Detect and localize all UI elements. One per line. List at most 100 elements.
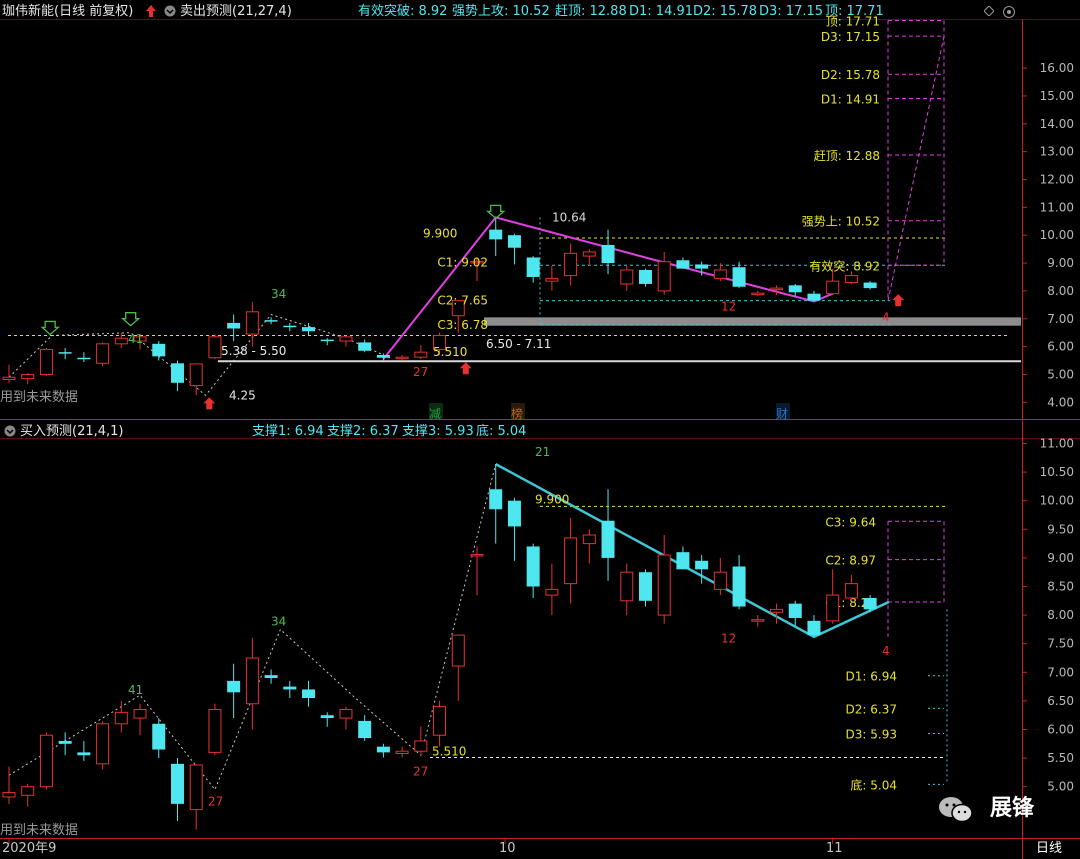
forecast-level-label: 强势上: 10.52 [802, 215, 880, 229]
lower-candle [320, 715, 334, 719]
lower-wave-4: 4 [882, 644, 890, 658]
upper-candle [339, 336, 353, 342]
wave-count-34: 34 [271, 287, 286, 301]
lower-candle [21, 786, 35, 796]
upper-candle [713, 269, 727, 279]
lower-candle [863, 597, 877, 610]
lower-value-2: 支撑3: 5.93 [402, 424, 474, 439]
forecast-level-label: 赶顶: 12.88 [814, 149, 880, 163]
settings-icon[interactable] [1003, 6, 1015, 18]
upper-candle [21, 373, 35, 380]
lower-candle [114, 711, 128, 725]
lower-candle [526, 546, 540, 587]
dropdown-chevron-icon[interactable] [164, 5, 176, 17]
y-tick-label: 10.00 [1040, 228, 1074, 242]
y-tick-label: 13.00 [1040, 145, 1074, 159]
lower-value-0: 支撑1: 6.94 [252, 424, 324, 439]
upper-candle [489, 229, 503, 240]
lower-candle [96, 723, 110, 765]
event-marker[interactable]: 减 [429, 403, 443, 421]
dropdown-chevron-icon[interactable] [4, 425, 16, 437]
y-tick-label: 5.50 [1047, 751, 1074, 765]
upper-candle [77, 357, 91, 360]
y-tick-label: 6.50 [1047, 694, 1074, 708]
y-tick-label: 6.00 [1047, 723, 1074, 737]
upper-candle [189, 363, 203, 387]
upper-candle [264, 320, 278, 322]
upper-candle [302, 327, 316, 332]
y-tick-label: 5.00 [1047, 780, 1074, 794]
lower-candle [414, 740, 428, 752]
lower-candle [395, 750, 409, 755]
lower-wave-27: 27 [413, 765, 428, 779]
lower-value-1: 支撑2: 6.37 [327, 424, 399, 439]
y-tick-label: 12.00 [1040, 173, 1074, 187]
y-tick-label: 9.50 [1047, 522, 1074, 536]
forecast-level-label: D2: 15.78 [821, 68, 880, 82]
lower-candle [58, 740, 72, 744]
lower-indicator-name: 买入预测(21,4,1) [20, 424, 124, 439]
lower-wave-41: 41 [128, 683, 143, 697]
lower-candle [77, 752, 91, 756]
upper-candle [39, 348, 53, 375]
lower-candle [826, 594, 840, 622]
diamond-icon[interactable] [984, 6, 994, 16]
y-tick-label: 11.00 [1040, 200, 1074, 214]
lower-candle [676, 552, 690, 570]
forecast-level-label: 有效突: 8.92 [809, 258, 880, 273]
support-level-label: D2: 6.37 [846, 702, 897, 716]
lower-candle [545, 588, 559, 596]
upper-candle [227, 322, 241, 329]
y-tick-label: 8.00 [1047, 608, 1074, 622]
lower-candle [227, 680, 241, 693]
lower-candle [507, 500, 521, 527]
lower-candle [339, 708, 353, 719]
annotation-5510: 5.510 [433, 345, 467, 359]
lower-candle [170, 763, 184, 804]
upper-value-1: 强势上攻: 10.52 [452, 4, 550, 19]
lower-candle [564, 537, 578, 585]
lower-candle [620, 571, 634, 602]
lower-annotation-5510: 5.510 [432, 745, 466, 759]
forecast-level-label: D1: 14.91 [821, 92, 880, 106]
event-marker[interactable]: 榜 [511, 403, 525, 421]
lower-candle [39, 734, 53, 788]
y-tick-label: 8.00 [1047, 284, 1074, 298]
lower-candle [713, 571, 727, 590]
lower-candle [264, 675, 278, 679]
lower-candle [208, 708, 222, 753]
lower-wave-21: 21 [535, 445, 550, 459]
event-marker[interactable]: 财 [776, 403, 790, 421]
upper-candle [2, 376, 16, 380]
y-tick-label: 10.00 [1040, 494, 1074, 508]
upper-candle [114, 337, 128, 345]
y-tick-label: 7.00 [1047, 665, 1074, 679]
upper-candle [564, 252, 578, 277]
lower-candle [582, 534, 596, 545]
support-level-label: 底: 5.04 [850, 777, 897, 792]
lower-candle [489, 489, 503, 510]
lower-candle [152, 723, 166, 750]
upper-candle [807, 293, 821, 301]
upper-candle [676, 260, 690, 269]
upper-value-2: 赶顶: 12.88 [555, 4, 627, 19]
lower-candle [638, 572, 652, 601]
buy-arrow-icon [459, 362, 472, 375]
upper-candle [170, 363, 184, 383]
upper-candle [863, 282, 877, 289]
lower-candle [133, 708, 147, 719]
upper-candle [770, 287, 784, 291]
lower-value-3: 底: 5.04 [476, 424, 527, 439]
support-level-label: D3: 5.93 [846, 728, 897, 742]
timeframe-label[interactable]: 日线 [1036, 841, 1062, 857]
upper-candle [601, 244, 615, 264]
wave-level-label: C3: 6.78 [437, 318, 488, 332]
annotation-9900: 9.900 [423, 226, 457, 240]
upper-candle [751, 292, 765, 296]
y-tick-label: 7.50 [1047, 637, 1074, 651]
lower-candle [302, 689, 316, 699]
upper-indicator-name: 卖出预测(21,27,4) [180, 4, 292, 19]
lower-candle [657, 554, 671, 616]
lower-candle [451, 634, 465, 667]
lower-candle [2, 791, 16, 798]
